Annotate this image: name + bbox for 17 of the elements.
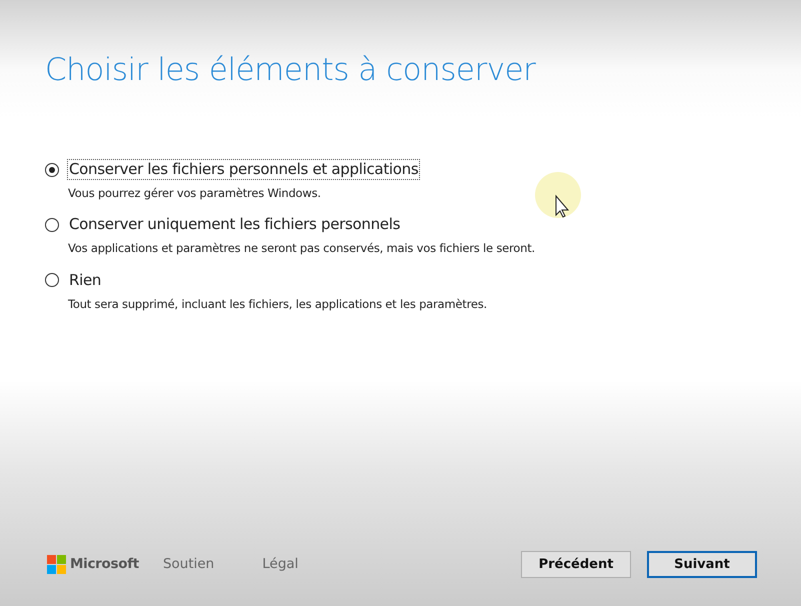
radio-button[interactable] <box>45 162 59 177</box>
windows-logo-icon <box>47 555 66 574</box>
microsoft-logo: Microsoft <box>47 554 139 575</box>
cursor-icon <box>535 172 581 218</box>
option-label[interactable]: Conserver les fichiers personnels et applications <box>67 159 420 180</box>
page-title: Choisir les éléments à conserver <box>44 51 537 90</box>
radio-button[interactable] <box>45 218 59 232</box>
footer-link[interactable]: Soutien <box>162 554 214 575</box>
footer-link[interactable]: Légal <box>262 554 298 575</box>
back-button[interactable]: Précédent <box>521 551 631 578</box>
radio-button[interactable] <box>45 273 59 288</box>
next-button[interactable]: Suivant <box>647 551 757 578</box>
option-description: Vous pourrez gérer vos paramètres Windows. <box>68 186 321 200</box>
option-description: Tout sera supprimé, incluant les fichiers, les applications et les paramètres. <box>68 296 487 311</box>
option-description: Vos applications et paramètres ne seront pas conservés, mais vos fichiers le seront. <box>68 241 535 256</box>
option-label[interactable]: Conserver uniquement les fichiers personnels <box>67 214 402 236</box>
option-label[interactable]: Rien <box>67 270 104 291</box>
